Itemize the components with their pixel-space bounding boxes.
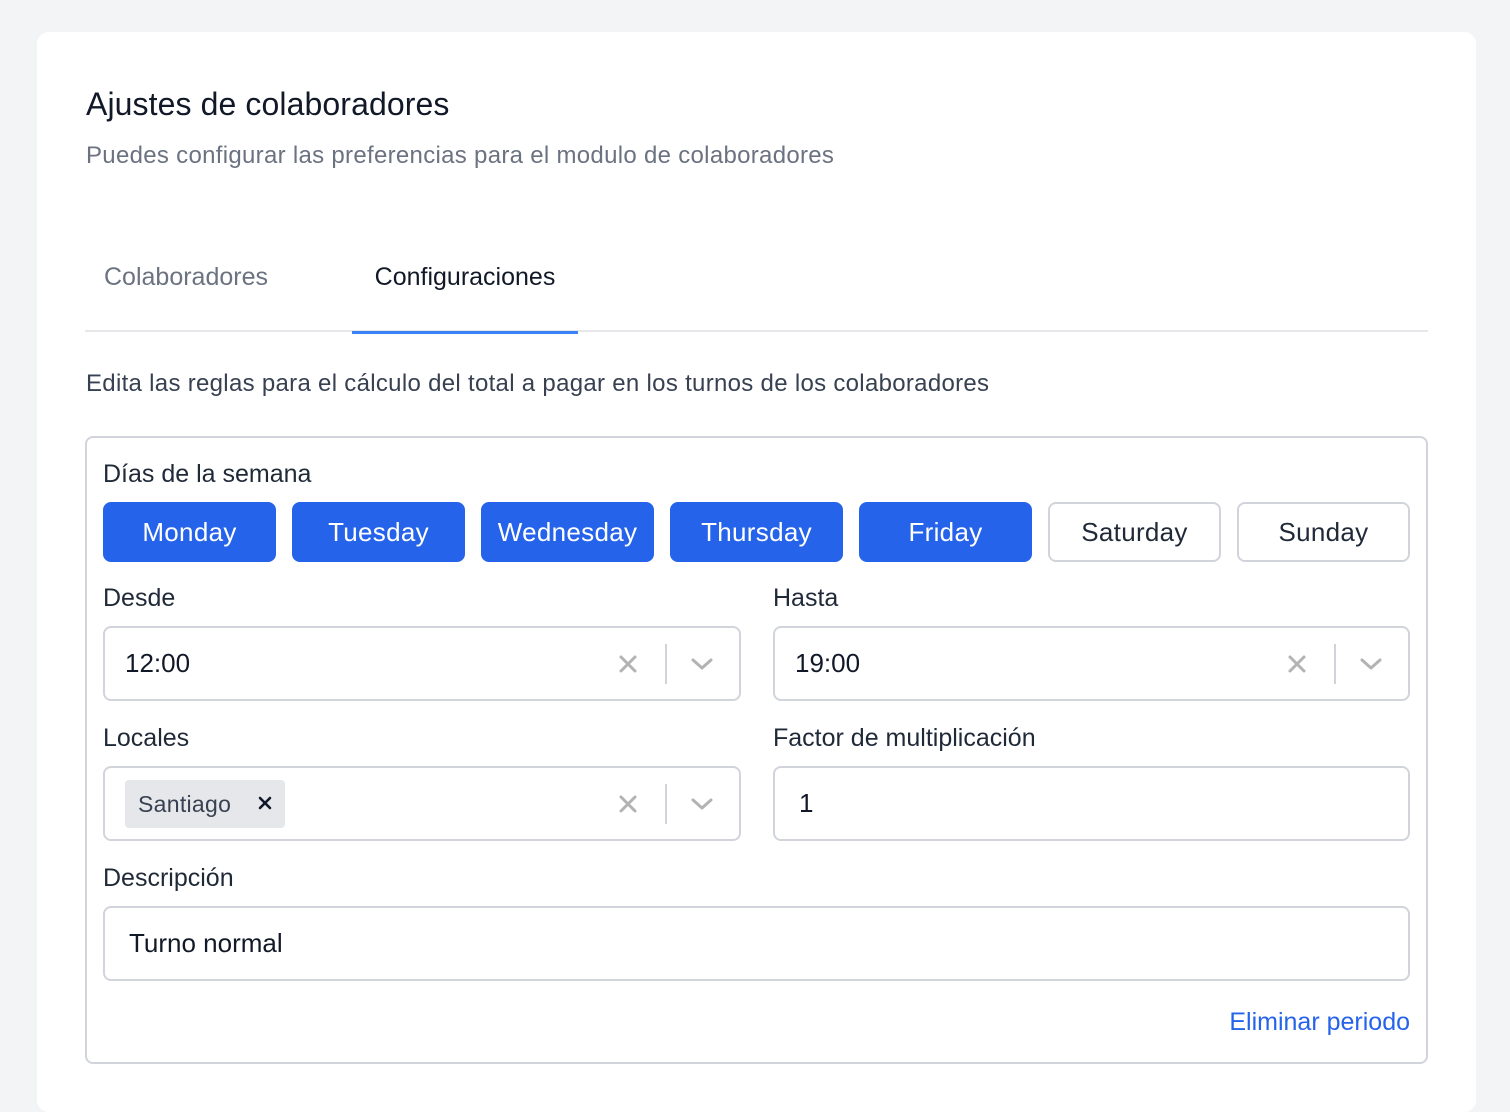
location-chip-label: Santiago: [138, 791, 232, 817]
from-select-value: 12:00: [125, 648, 191, 678]
settings-card: Ajustes de colaboradores Puedes configur…: [37, 32, 1476, 1112]
multiplier-input[interactable]: 1: [773, 766, 1410, 841]
locations-label: Locales: [103, 724, 190, 752]
location-chip: Santiago: [125, 780, 285, 828]
day-friday-button[interactable]: Friday: [859, 502, 1032, 562]
chevron-down-icon[interactable]: [687, 646, 717, 682]
day-monday-button[interactable]: Monday: [103, 502, 276, 562]
close-icon[interactable]: [255, 790, 275, 816]
description-input[interactable]: Turno normal: [103, 906, 1410, 981]
tab-bar: Colaboradores Configuraciones: [85, 262, 1428, 334]
day-wednesday-button[interactable]: Wednesday: [481, 502, 654, 562]
to-label: Hasta: [773, 584, 839, 612]
delete-period-link[interactable]: Eliminar periodo: [1229, 1008, 1410, 1037]
description-label: Descripción: [103, 864, 234, 892]
from-label: Desde: [103, 584, 176, 612]
days-label: Días de la semana: [103, 460, 312, 488]
day-tuesday-button[interactable]: Tuesday: [292, 502, 465, 562]
close-icon[interactable]: [1282, 646, 1312, 682]
from-select[interactable]: 12:00: [103, 626, 741, 701]
page-subtitle: Puedes configurar las preferencias para …: [86, 142, 835, 169]
close-icon[interactable]: [613, 646, 643, 682]
chevron-down-icon[interactable]: [1356, 646, 1386, 682]
day-thursday-button[interactable]: Thursday: [670, 502, 843, 562]
period-panel: Días de la semana Monday Tuesday Wednesd…: [85, 436, 1428, 1064]
to-select-value: 19:00: [795, 648, 861, 678]
select-divider: [665, 784, 667, 824]
select-divider: [1334, 644, 1336, 684]
day-saturday-button[interactable]: Saturday: [1048, 502, 1221, 562]
close-icon[interactable]: [613, 786, 643, 822]
tab-configuraciones[interactable]: Configuraciones: [352, 262, 578, 334]
locations-multiselect[interactable]: Santiago: [103, 766, 741, 841]
page-title: Ajustes de colaboradores: [86, 86, 450, 122]
select-divider: [665, 644, 667, 684]
multiplier-label: Factor de multiplicación: [773, 724, 1036, 752]
rules-description: Edita las reglas para el cálculo del tot…: [86, 370, 990, 397]
to-select[interactable]: 19:00: [773, 626, 1410, 701]
tab-colaboradores[interactable]: Colaboradores: [93, 262, 279, 332]
chevron-down-icon[interactable]: [687, 786, 717, 822]
day-sunday-button[interactable]: Sunday: [1237, 502, 1410, 562]
